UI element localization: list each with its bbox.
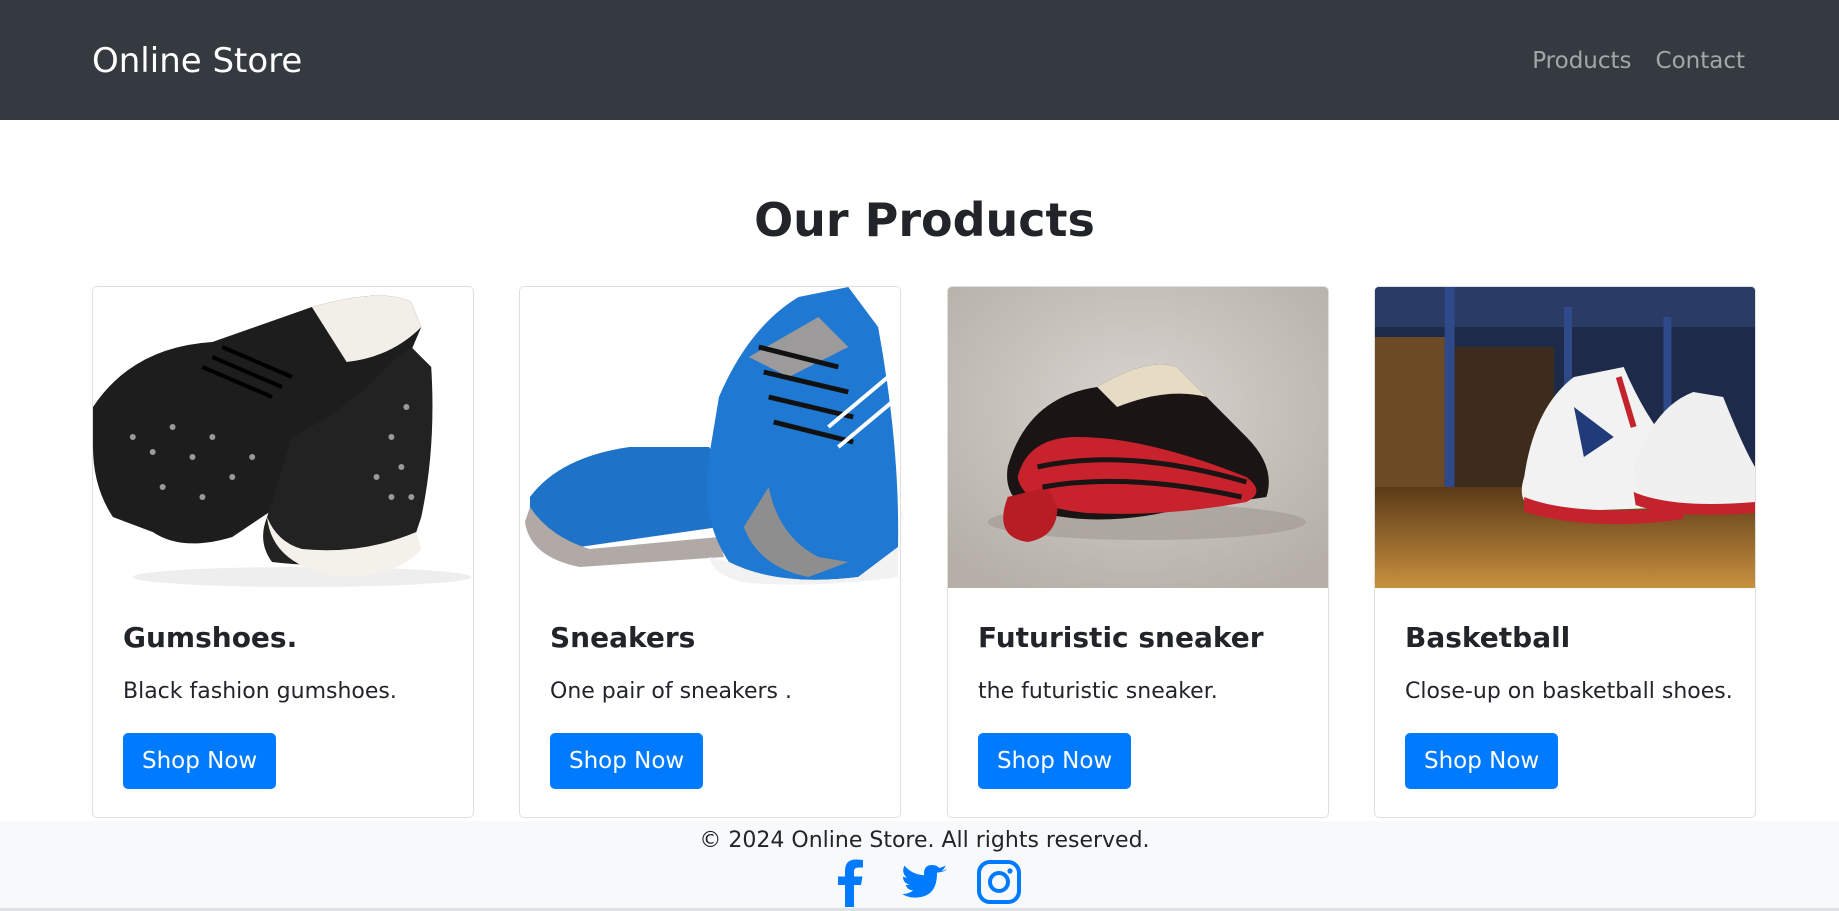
product-title: Gumshoes. — [123, 621, 298, 654]
navbar: Online Store Products Contact — [0, 0, 1839, 120]
product-card: Gumshoes. Black fashion gumshoes. Shop N… — [92, 286, 474, 818]
product-image — [93, 287, 473, 588]
card-body: Basketball Close-up on basketball shoes.… — [1375, 588, 1755, 817]
product-card: Basketball Close-up on basketball shoes.… — [1374, 286, 1756, 818]
product-image — [1375, 287, 1755, 588]
twitter-icon[interactable] — [901, 857, 948, 907]
product-description: Close-up on basketball shoes. — [1405, 679, 1733, 704]
card-body: Futuristic sneaker the futuristic sneake… — [948, 588, 1328, 817]
product-description: the futuristic sneaker. — [978, 679, 1218, 704]
nav-link-contact[interactable]: Contact — [1656, 46, 1745, 76]
product-description: One pair of sneakers . — [550, 679, 792, 704]
shop-now-button[interactable]: Shop Now — [978, 733, 1132, 789]
nav-link-products[interactable]: Products — [1532, 46, 1631, 76]
product-image — [948, 287, 1328, 588]
product-title: Basketball — [1405, 621, 1571, 654]
social-links — [0, 857, 1839, 907]
brand-logo[interactable]: Online Store — [92, 40, 302, 82]
product-card: Futuristic sneaker the futuristic sneake… — [947, 286, 1329, 818]
shop-now-button[interactable]: Shop Now — [1405, 733, 1559, 789]
footer: © 2024 Online Store. All rights reserved… — [0, 821, 1839, 911]
nav-links: Products Contact — [1532, 46, 1745, 76]
product-description: Black fashion gumshoes. — [123, 679, 397, 704]
product-card: Sneakers One pair of sneakers . Shop Now — [519, 286, 901, 818]
instagram-icon[interactable] — [976, 857, 1022, 907]
card-body: Gumshoes. Black fashion gumshoes. Shop N… — [93, 588, 473, 817]
card-body: Sneakers One pair of sneakers . Shop Now — [520, 588, 900, 817]
product-title: Futuristic sneaker — [978, 621, 1264, 654]
shop-now-button[interactable]: Shop Now — [123, 733, 277, 789]
product-image — [520, 287, 900, 588]
shop-now-button[interactable]: Shop Now — [550, 733, 704, 789]
page-title: Our Products — [754, 193, 1095, 247]
product-title: Sneakers — [550, 621, 696, 654]
facebook-icon[interactable] — [828, 857, 874, 907]
copyright-text: © 2024 Online Store. All rights reserved… — [699, 828, 1150, 853]
